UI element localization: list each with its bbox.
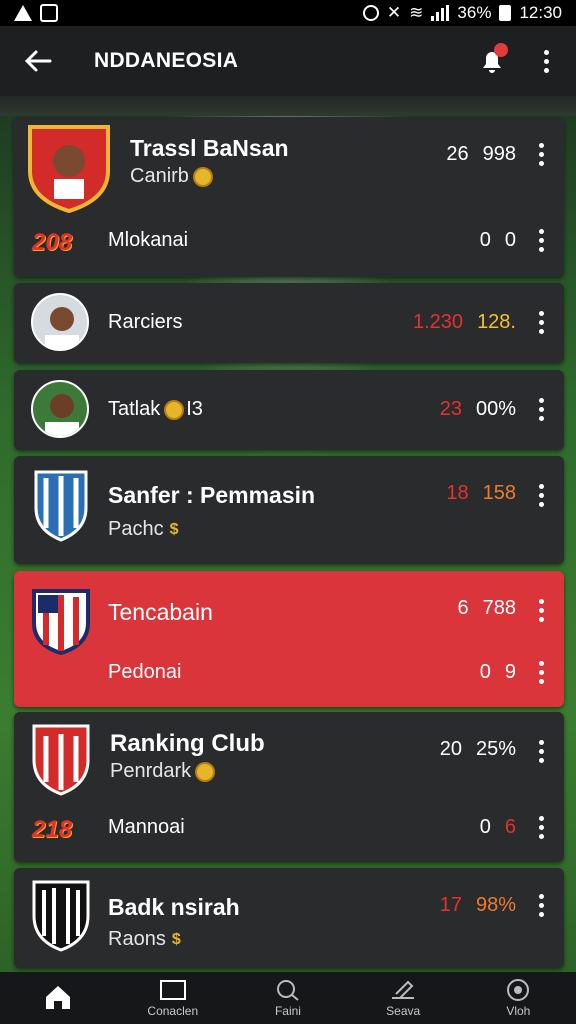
- stat-primary: 0: [479, 816, 491, 838]
- signal-icon: [431, 5, 450, 21]
- arrow-left-icon: [24, 50, 52, 72]
- team-crest-icon: [34, 470, 88, 542]
- stat-secondary: 158: [482, 482, 516, 504]
- stat-secondary: 25%: [475, 738, 516, 760]
- team-crest-icon: [32, 589, 90, 655]
- row-menu-button[interactable]: [539, 816, 544, 839]
- player-card[interactable]: Tatlak I3 23 00%: [14, 370, 564, 450]
- stat-secondary: 998: [482, 143, 516, 165]
- image-icon: [40, 4, 58, 22]
- player-name: Rarciers: [108, 311, 183, 333]
- team-subtitle: Canirb: [130, 165, 189, 187]
- stat-primary: 1.230: [413, 311, 464, 333]
- battery-icon: [499, 5, 512, 21]
- player-name: Mlokanai: [108, 229, 189, 251]
- team-subtitle: Penrdark: [110, 760, 192, 782]
- stat-secondary: 98%: [475, 894, 516, 916]
- team-card[interactable]: Ranking Club Penrdark 20 25% 218 Mannoai…: [14, 712, 564, 862]
- mute-icon: ✕: [386, 3, 402, 22]
- stat-secondary: 00%: [475, 398, 516, 420]
- notification-badge: [494, 43, 508, 57]
- stat-primary: 0: [479, 229, 491, 251]
- stat-secondary: 788: [482, 597, 516, 619]
- row-menu-button[interactable]: [539, 661, 544, 684]
- edit-icon: [392, 980, 415, 999]
- nav-seava[interactable]: Seava: [353, 978, 453, 1018]
- row-menu-button[interactable]: [539, 229, 544, 252]
- nav-conaclen[interactable]: Conaclen: [123, 978, 223, 1018]
- coin-icon: [192, 166, 213, 187]
- player-name: Tatlak: [108, 398, 161, 420]
- team-name: Sanfer : Pemmasin: [108, 482, 316, 508]
- team-crest-icon: [28, 125, 110, 213]
- player-card[interactable]: Rarciers 1.230 128.: [14, 283, 564, 363]
- team-name: Ranking Club: [110, 730, 265, 757]
- stat-secondary: 9: [504, 661, 516, 683]
- stat-primary: 20: [439, 738, 462, 760]
- page-title: NDDANEOSIA: [94, 49, 239, 72]
- nav-label: Conaclen: [147, 1004, 199, 1018]
- coin-icon: [164, 399, 185, 420]
- nav-label: Vloh: [506, 1004, 531, 1018]
- nav-label: Faini: [274, 1004, 301, 1018]
- player-avatar: [31, 293, 89, 351]
- battery-percent: 36%: [457, 3, 492, 22]
- status-bar: ✕ ≋ 36% 12:30: [0, 0, 576, 26]
- stat-primary: 6: [457, 597, 469, 619]
- player-name-suffix: I3: [186, 398, 203, 420]
- card-menu-button[interactable]: [539, 740, 544, 763]
- card-menu-button[interactable]: [539, 143, 544, 166]
- nav-faini[interactable]: Faini: [238, 978, 338, 1018]
- team-name: Tencabain: [108, 599, 213, 625]
- currency-icon: $: [171, 930, 181, 948]
- team-name: Badk nsirah: [108, 894, 240, 920]
- card-menu-button[interactable]: [539, 894, 544, 917]
- team-subtitle: Pachc: [108, 518, 164, 540]
- ball-icon: [507, 979, 530, 1001]
- stat-primary: 18: [446, 482, 469, 504]
- overflow-menu-button[interactable]: [534, 41, 558, 81]
- card-menu-button[interactable]: [539, 398, 544, 421]
- currency-icon: $: [169, 520, 179, 538]
- stat-primary: 17: [439, 894, 462, 916]
- nav-label: Seava: [386, 1004, 421, 1018]
- bottom-nav: Conaclen Faini Seava Vloh: [0, 972, 576, 1024]
- stat-secondary: 0: [504, 229, 516, 251]
- coin-icon: [195, 761, 216, 782]
- notification-icon: [14, 5, 32, 21]
- player-name: Pedonai: [108, 661, 182, 683]
- card-menu-button[interactable]: [539, 484, 544, 507]
- team-card[interactable]: Trassl BaNsan Canirb 26 998 208 Mlokanai…: [14, 117, 564, 277]
- team-subtitle: Raons: [108, 928, 166, 950]
- card-menu-button[interactable]: [539, 599, 544, 622]
- rank-number: 218: [32, 816, 73, 843]
- back-button[interactable]: [18, 41, 58, 81]
- stat-primary: 0: [479, 661, 491, 683]
- team-crest-icon: [32, 880, 90, 952]
- wifi-icon: ≋: [409, 3, 424, 22]
- stat-primary: 26: [446, 143, 469, 165]
- stat-secondary: 6: [504, 816, 516, 838]
- nav-home[interactable]: [8, 983, 108, 1013]
- card-menu-button[interactable]: [539, 311, 544, 334]
- clock: 12:30: [519, 3, 562, 22]
- stat-secondary: 128.: [477, 311, 516, 333]
- stadium-background: [0, 96, 576, 116]
- app-bar: NDDANEOSIA: [0, 26, 576, 96]
- search-icon: [276, 980, 299, 1001]
- team-card[interactable]: Badk nsirah Raons $ 17 98%: [14, 868, 564, 968]
- rank-number: 208: [32, 229, 73, 256]
- player-avatar: [31, 380, 89, 438]
- stat-primary: 23: [439, 398, 462, 420]
- nav-vloh[interactable]: Vloh: [468, 978, 568, 1018]
- player-name: Mannoai: [108, 816, 185, 838]
- team-name: Trassl BaNsan: [130, 135, 289, 161]
- team-card-selected[interactable]: Tencabain 6 788 Pedonai 0 9: [14, 571, 564, 707]
- home-icon: [45, 986, 70, 1009]
- vibrate-icon: [362, 5, 379, 21]
- team-card[interactable]: Sanfer : Pemmasin Pachc $ 18 158: [14, 456, 564, 564]
- notifications-button[interactable]: [472, 41, 512, 81]
- square-icon: [159, 980, 186, 1000]
- team-crest-icon: [32, 724, 90, 796]
